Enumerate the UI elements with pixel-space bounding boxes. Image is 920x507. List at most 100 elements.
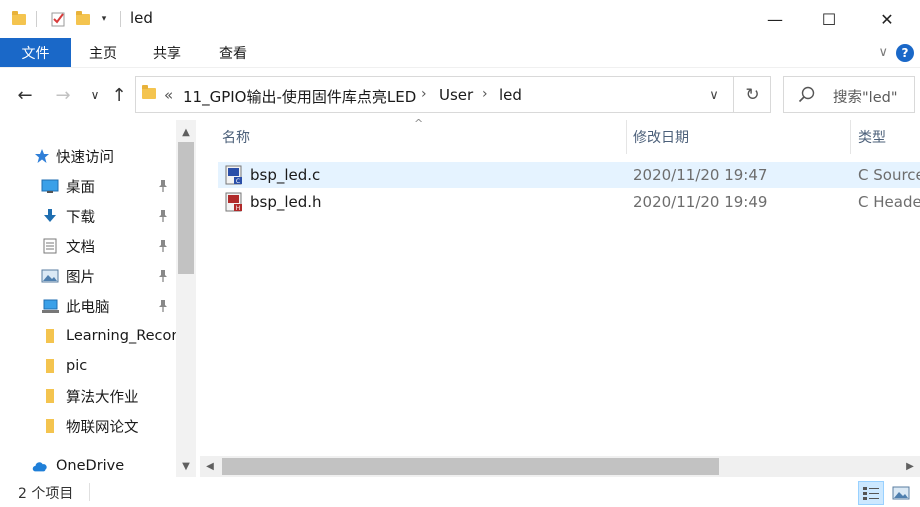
ribbon-tabs: 文件 主页 共享 查看 ∨ ? (0, 38, 920, 68)
forward-button[interactable]: → (50, 80, 76, 110)
expand-ribbon-icon[interactable]: ∨ (878, 45, 888, 60)
scroll-left-icon[interactable]: ◀ (200, 456, 220, 477)
scrollbar-thumb[interactable] (222, 458, 719, 475)
column-header-type[interactable]: 类型 (858, 120, 886, 154)
sidebar-item-label: Learning_Record (66, 328, 176, 344)
sidebar-item-label: pic (66, 358, 88, 374)
new-folder-icon[interactable] (74, 10, 92, 28)
cloud-icon (31, 458, 49, 474)
pin-icon[interactable] (157, 179, 169, 193)
file-name: bsp_led.h (250, 193, 322, 211)
tab-home[interactable]: 主页 (80, 38, 126, 67)
sidebar-item-label: 此电脑 (66, 299, 110, 316)
scroll-up-icon[interactable]: ▲ (176, 122, 196, 142)
pin-icon[interactable] (157, 299, 169, 313)
scroll-down-icon[interactable]: ▼ (176, 456, 196, 476)
sidebar-item-learning-record[interactable]: Learning_Record (0, 322, 176, 350)
tab-file[interactable]: 文件 (0, 38, 71, 67)
window-title: led (130, 9, 153, 27)
divider (120, 11, 121, 27)
scroll-right-icon[interactable]: ▶ (900, 456, 920, 477)
help-icon[interactable]: ? (896, 44, 914, 62)
svg-text:C: C (236, 178, 240, 185)
document-icon (41, 238, 59, 254)
refresh-button[interactable]: ↻ (733, 77, 771, 112)
sidebar-item-documents[interactable]: 文档 (0, 232, 176, 260)
sidebar-item-downloads[interactable]: 下载 (0, 202, 176, 230)
address-bar[interactable]: « 11_GPIO输出-使用固件库点亮LED › User › led ∨ ↻ (135, 76, 771, 113)
search-box[interactable]: 搜索"led" (783, 76, 915, 113)
pin-icon[interactable] (157, 269, 169, 283)
sort-ascending-icon: ^ (414, 117, 424, 130)
item-count: 2 个项目 (18, 486, 74, 502)
pin-icon[interactable] (157, 239, 169, 253)
file-type: C Header (858, 193, 920, 211)
horizontal-scrollbar[interactable]: ◀ ▶ (200, 456, 920, 477)
sidebar-item-label: 文档 (66, 239, 95, 256)
large-icons-view-button[interactable] (888, 481, 914, 505)
sidebar-item-label: 下载 (66, 209, 95, 226)
address-dropdown-icon[interactable]: ∨ (704, 85, 724, 105)
breadcrumb-separator[interactable]: › (421, 86, 427, 102)
search-icon (798, 86, 815, 103)
back-button[interactable]: ← (12, 80, 38, 110)
column-divider[interactable] (850, 120, 851, 154)
sidebar-item-label: 桌面 (66, 179, 95, 196)
sidebar-item-pictures[interactable]: 图片 (0, 262, 176, 290)
table-row[interactable]: H bsp_led.h 2020/11/20 19:49 C Header (218, 189, 920, 215)
tab-share[interactable]: 共享 (144, 38, 190, 67)
details-view-button[interactable] (858, 481, 884, 505)
status-bar: 2 个项目 (0, 477, 920, 507)
sidebar-item-pic[interactable]: pic (0, 352, 176, 380)
properties-icon[interactable] (48, 10, 68, 28)
sidebar-item-desktop[interactable]: 桌面 (0, 172, 176, 200)
picture-icon (41, 268, 59, 284)
file-date: 2020/11/20 19:47 (633, 166, 768, 184)
breadcrumb-project[interactable]: 11_GPIO输出-使用固件库点亮LED (183, 86, 416, 107)
sidebar-item-label: 物联网论文 (66, 419, 139, 436)
folder-icon (41, 328, 59, 344)
recent-locations-button[interactable]: ∨ (82, 80, 108, 110)
breadcrumb-user[interactable]: User (439, 86, 473, 104)
tab-view[interactable]: 查看 (210, 38, 256, 67)
column-divider[interactable] (626, 120, 627, 154)
table-row[interactable]: C bsp_led.c 2020/11/20 19:47 C Source (218, 162, 920, 188)
folder-icon (142, 85, 156, 99)
sidebar-item-onedrive[interactable]: OneDrive (0, 452, 176, 480)
pin-icon[interactable] (157, 209, 169, 223)
scrollbar-thumb[interactable] (178, 142, 194, 274)
file-name: bsp_led.c (250, 166, 321, 184)
sidebar-item-quick-access[interactable]: 快速访问 (0, 142, 176, 170)
divider (36, 11, 37, 27)
sidebar-item-label: 快速访问 (56, 149, 114, 166)
svg-text:H: H (236, 205, 241, 212)
folder-icon (41, 418, 59, 434)
column-header-date[interactable]: 修改日期 (633, 120, 689, 154)
navigation-scrollbar[interactable]: ▲ ▼ (176, 120, 196, 477)
sidebar-item-label: OneDrive (56, 458, 125, 474)
sidebar-item-this-pc[interactable]: 此电脑 (0, 292, 176, 320)
breadcrumb-separator[interactable]: › (482, 86, 488, 102)
column-header-name[interactable]: 名称 (222, 120, 250, 154)
breadcrumb-overflow[interactable]: « (164, 86, 173, 104)
customize-toolbar-icon[interactable]: ▾ (97, 10, 111, 28)
desktop-icon (41, 178, 59, 194)
search-input[interactable]: 搜索"led" (833, 86, 898, 107)
computer-icon (41, 298, 59, 314)
folder-icon[interactable] (10, 10, 28, 28)
close-button[interactable]: ✕ (864, 0, 910, 38)
breadcrumb-led[interactable]: led (499, 86, 522, 104)
navigation-pane: 快速访问 桌面 下载 文档 图片 此电脑 Learning_Record pic… (0, 120, 196, 477)
divider (89, 483, 90, 501)
folder-icon (41, 388, 59, 404)
title-bar: ▾ led — ☐ ✕ (0, 0, 920, 38)
up-button[interactable]: ↑ (106, 80, 132, 110)
download-icon (41, 208, 59, 224)
sidebar-item-algorithm-homework[interactable]: 算法大作业 (0, 382, 176, 410)
c-source-file-icon: C (225, 165, 242, 185)
maximize-button[interactable]: ☐ (806, 0, 852, 38)
minimize-button[interactable]: — (752, 0, 798, 38)
large-icons-view-icon (892, 486, 910, 500)
sidebar-item-iot-paper[interactable]: 物联网论文 (0, 412, 176, 440)
file-type: C Source (858, 166, 920, 184)
